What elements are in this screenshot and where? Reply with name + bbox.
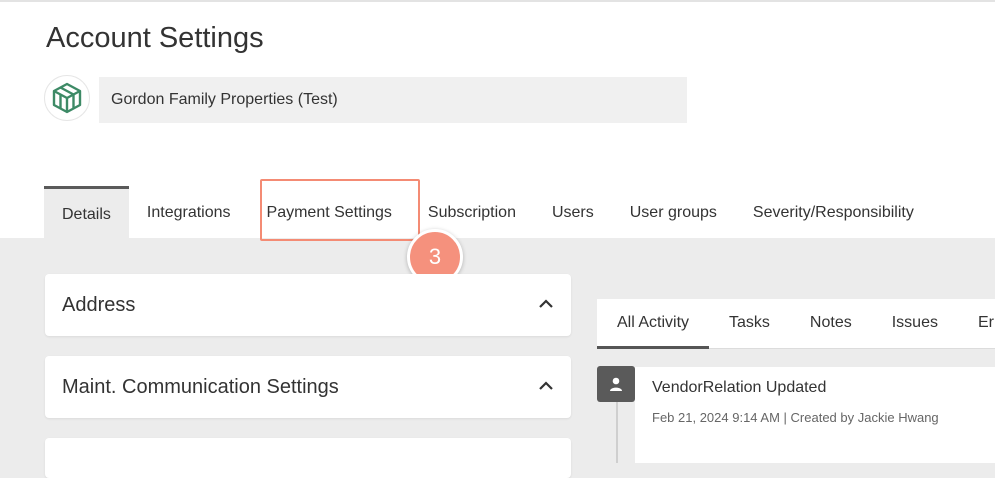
tab-integrations[interactable]: Integrations xyxy=(129,186,249,240)
address-panel[interactable]: Address xyxy=(45,274,571,336)
tab-severity-responsibility[interactable]: Severity/Responsibility xyxy=(735,186,932,240)
payment-settings-highlight xyxy=(260,179,420,241)
company-logo-icon xyxy=(44,75,90,121)
collapsed-panel[interactable] xyxy=(45,438,571,478)
settings-tabs: Details Integrations Payment Settings Su… xyxy=(44,186,932,240)
tab-truncated[interactable]: Er xyxy=(958,299,995,349)
event-title: VendorRelation Updated xyxy=(652,379,827,396)
chevron-up-icon[interactable] xyxy=(537,297,555,311)
maint-communication-panel[interactable]: Maint. Communication Settings xyxy=(45,356,571,418)
event-meta: Feb 21, 2024 9:14 AM | Created by Jackie… xyxy=(652,410,939,425)
tab-tasks[interactable]: Tasks xyxy=(709,299,790,349)
user-icon xyxy=(597,366,635,402)
chevron-up-icon[interactable] xyxy=(537,379,555,393)
address-panel-title: Address xyxy=(62,294,136,316)
tab-details[interactable]: Details xyxy=(44,186,129,240)
maint-communication-panel-title: Maint. Communication Settings xyxy=(62,376,339,398)
tab-all-activity[interactable]: All Activity xyxy=(597,299,710,349)
activity-tabs: All Activity Tasks Notes Issues Er xyxy=(597,299,995,349)
tab-issues[interactable]: Issues xyxy=(872,299,958,349)
account-name-field[interactable]: Gordon Family Properties (Test) xyxy=(99,77,687,123)
tab-user-groups[interactable]: User groups xyxy=(612,186,735,240)
activity-event[interactable]: VendorRelation Updated Feb 21, 2024 9:14… xyxy=(635,367,995,463)
account-settings-header: Account Settings Gordon Family Propertie… xyxy=(0,0,995,240)
page-title: Account Settings xyxy=(46,22,264,54)
tab-notes[interactable]: Notes xyxy=(790,299,872,349)
activity-feed: All Activity Tasks Notes Issues Er Vendo… xyxy=(597,299,995,463)
tab-users[interactable]: Users xyxy=(534,186,612,240)
